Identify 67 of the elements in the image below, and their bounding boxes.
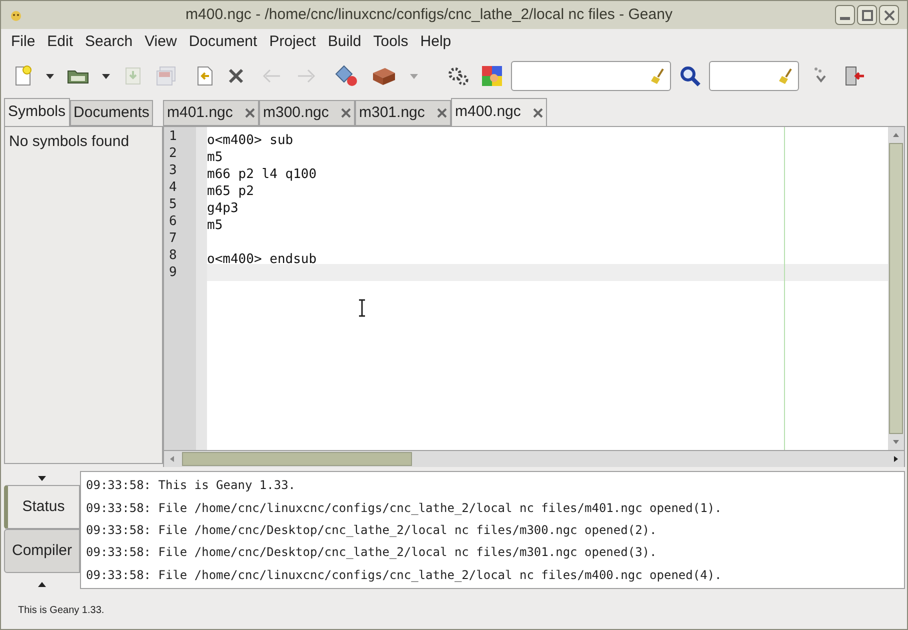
maximize-icon bbox=[862, 10, 872, 20]
code-line: m65 p2 bbox=[207, 184, 254, 199]
sidebar-tab[interactable]: Symbols bbox=[4, 98, 70, 126]
horizontal-scrollbar[interactable] bbox=[163, 451, 905, 467]
editor-tab[interactable]: m300.ngc bbox=[259, 100, 355, 126]
search-field[interactable] bbox=[511, 61, 671, 91]
maximize-button[interactable] bbox=[857, 5, 877, 25]
code-line: o<m400> sub bbox=[207, 133, 294, 148]
line-number: 3 bbox=[168, 162, 178, 179]
sidebar-message: No symbols found bbox=[9, 132, 130, 152]
message-tab[interactable]: Status bbox=[4, 485, 80, 529]
menu-item[interactable]: Document bbox=[182, 30, 264, 54]
gears-icon[interactable] bbox=[446, 65, 470, 87]
message-line: 09:33:58: File /home/cnc/linuxcnc/configs/cnc_lathe_2/local nc files/m400.ngc opened(4). bbox=[86, 566, 723, 584]
message-line: 09:33:58: File /home/cnc/Desktop/cnc_lathe_2/local nc files/m301.ngc opened(3). bbox=[86, 544, 658, 562]
editor-tab[interactable]: m401.ngc bbox=[163, 100, 259, 126]
line-number: 7 bbox=[168, 230, 178, 247]
status-text: This is Geany 1.33. bbox=[18, 604, 104, 618]
code-line: m5 bbox=[207, 150, 223, 165]
line-number: 6 bbox=[168, 213, 178, 230]
close-tab-icon[interactable] bbox=[533, 108, 543, 118]
minimize-button[interactable] bbox=[835, 5, 855, 25]
scrollbar-thumb[interactable] bbox=[889, 143, 903, 434]
message-line: 09:33:58: File /home/cnc/Desktop/cnc_lathe_2/local nc files/m300.ngc opened(2). bbox=[86, 522, 658, 539]
menu-item[interactable]: Tools bbox=[367, 30, 414, 54]
scrollbar-thumb[interactable] bbox=[182, 452, 412, 466]
menu-item[interactable]: Build bbox=[322, 30, 368, 54]
code-line: m66 p2 l4 q100 bbox=[207, 167, 317, 182]
line-number: 4 bbox=[168, 179, 178, 196]
line-number: 9 bbox=[168, 264, 178, 281]
close-tab-icon[interactable] bbox=[341, 108, 351, 118]
goto-line-field[interactable] bbox=[709, 61, 799, 91]
message-line: 09:33:58: File /home/cnc/linuxcnc/configs/cnc_lathe_2/local nc files/m401.ngc opened(1). bbox=[86, 500, 723, 517]
compile-icon[interactable] bbox=[334, 64, 360, 88]
menu-item[interactable]: File bbox=[5, 30, 42, 54]
editor-tab[interactable]: m301.ngc bbox=[355, 100, 451, 126]
code-line: g4p3 bbox=[207, 201, 238, 216]
window-title: m400.ngc - /home/cnc/linuxcnc/configs/cnc_lathe_2/local nc files - Geany bbox=[184, 4, 674, 25]
clear-icon[interactable] bbox=[650, 67, 666, 85]
menu-item[interactable]: Project bbox=[263, 30, 322, 54]
line-number: 5 bbox=[168, 196, 178, 213]
close-icon[interactable] bbox=[226, 66, 246, 86]
close-tab-icon[interactable] bbox=[437, 108, 447, 118]
minimize-icon bbox=[840, 17, 850, 20]
clear-icon[interactable] bbox=[778, 67, 794, 85]
line-number: 8 bbox=[168, 247, 178, 264]
close-icon bbox=[884, 10, 894, 20]
menu-item[interactable]: View bbox=[138, 30, 183, 54]
message-tab[interactable]: Compiler bbox=[4, 529, 80, 573]
vertical-scrollbar[interactable] bbox=[888, 127, 904, 450]
code-line: m5 bbox=[207, 218, 223, 233]
message-line: 09:33:58: This is Geany 1.33. bbox=[86, 477, 297, 494]
menu-item[interactable]: Help bbox=[414, 30, 458, 54]
search-icon[interactable] bbox=[678, 64, 702, 88]
text-cursor-icon bbox=[358, 299, 366, 317]
editor-tab[interactable]: m400.ngc bbox=[451, 98, 547, 126]
app-icon bbox=[9, 8, 23, 22]
brick-icon[interactable] bbox=[370, 65, 398, 87]
close-button[interactable] bbox=[879, 5, 899, 25]
menu-item[interactable]: Search bbox=[79, 30, 139, 54]
color-chooser-icon[interactable] bbox=[480, 64, 504, 88]
code-line: o<m400> endsub bbox=[207, 252, 317, 267]
close-tab-icon[interactable] bbox=[245, 108, 255, 118]
line-number: 1 bbox=[168, 128, 178, 145]
sidebar-tab[interactable]: Documents bbox=[70, 100, 154, 126]
menu-item[interactable]: Edit bbox=[41, 30, 80, 54]
line-number: 2 bbox=[168, 145, 178, 162]
